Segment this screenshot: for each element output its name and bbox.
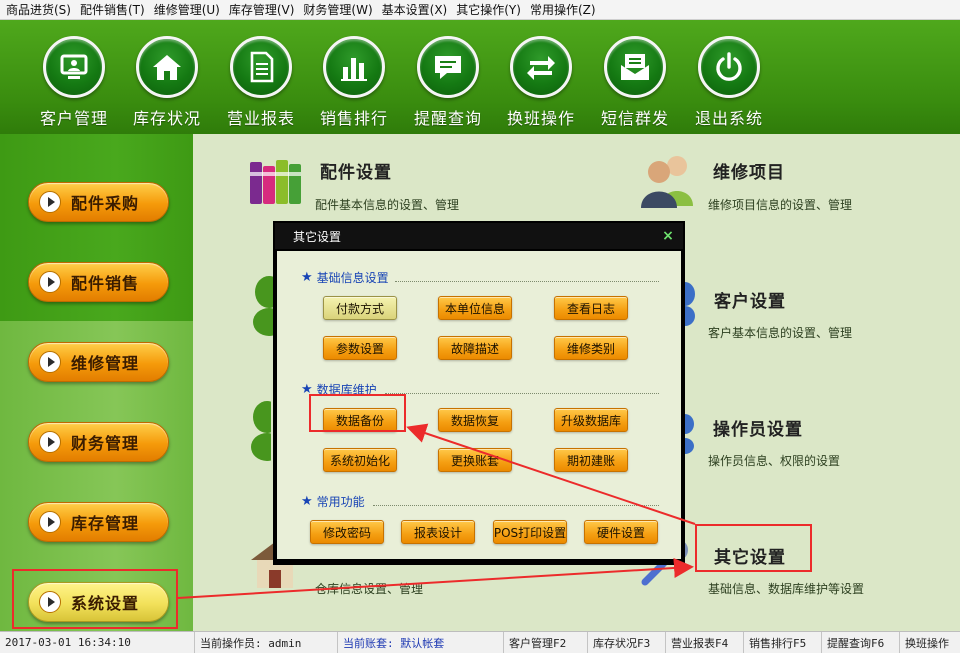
status-account: 当前账套: 默认帐套 <box>338 632 504 653</box>
status-operator: 当前操作员: admin <box>195 632 338 653</box>
shortcut-customer[interactable]: 客户管理F2 <box>504 632 588 653</box>
shortcut-report[interactable]: 营业报表F4 <box>666 632 744 653</box>
shortcut-reminder[interactable]: 提醒查询F6 <box>822 632 900 653</box>
annotation-arrows <box>177 423 696 599</box>
shortcut-shift[interactable]: 换班操作 <box>900 632 960 653</box>
status-bar: 2017-03-01 16:34:10 当前操作员: admin 当前账套: 默… <box>0 631 960 653</box>
status-datetime: 2017-03-01 16:34:10 <box>0 632 195 653</box>
arrow-to-data-backup <box>406 423 696 525</box>
shortcut-sales-rank[interactable]: 销售排行F5 <box>744 632 822 653</box>
arrow-to-other-settings <box>177 557 694 599</box>
shortcut-inventory[interactable]: 库存状况F3 <box>588 632 666 653</box>
